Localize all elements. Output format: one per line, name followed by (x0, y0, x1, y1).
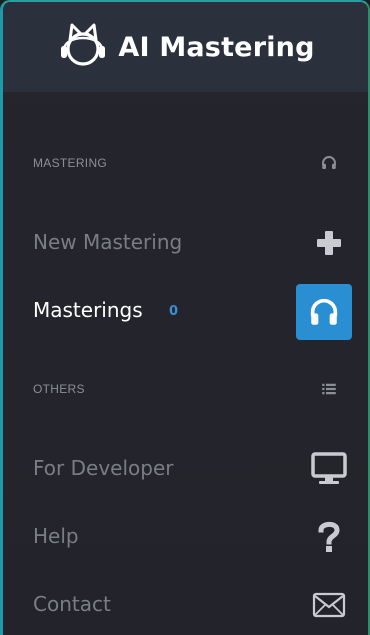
envelope-icon (310, 588, 348, 622)
list-icon (320, 380, 338, 398)
plus-icon (310, 226, 348, 260)
brand-link[interactable]: AI Mastering (56, 20, 314, 74)
sidebar-item-for-developer[interactable]: For Developer (3, 440, 368, 496)
section-mastering: MASTERING (3, 148, 368, 178)
sidebar-item-contact[interactable]: Contact (3, 576, 368, 632)
sidebar-item-label: New Mastering (33, 230, 183, 254)
sidebar-item-help[interactable]: Help (3, 508, 368, 564)
section-label: MASTERING (33, 156, 108, 170)
sidebar-item-label: Contact (33, 592, 111, 616)
headphones-icon[interactable] (296, 284, 352, 340)
section-label: OTHERS (33, 382, 85, 396)
sidebar-item-label: Masterings (33, 298, 143, 322)
monitor-icon (310, 452, 348, 486)
sidebar-item-label: For Developer (33, 456, 174, 480)
question-icon (310, 520, 348, 554)
sidebar-header: AI Mastering (3, 2, 368, 92)
sidebar-panel: AI Mastering MASTERING New Mastering Mas… (0, 0, 370, 635)
headphones-icon (320, 154, 338, 172)
sidebar-item-label: Help (33, 524, 79, 548)
section-others: OTHERS (3, 374, 368, 404)
cat-headphones-logo-icon (56, 20, 112, 74)
sidebar-item-masterings[interactable]: Masterings 0 (3, 282, 368, 340)
count-badge: 0 (169, 304, 179, 319)
sidebar-item-new-mastering[interactable]: New Mastering (3, 214, 368, 270)
app-title: AI Mastering (118, 31, 315, 63)
